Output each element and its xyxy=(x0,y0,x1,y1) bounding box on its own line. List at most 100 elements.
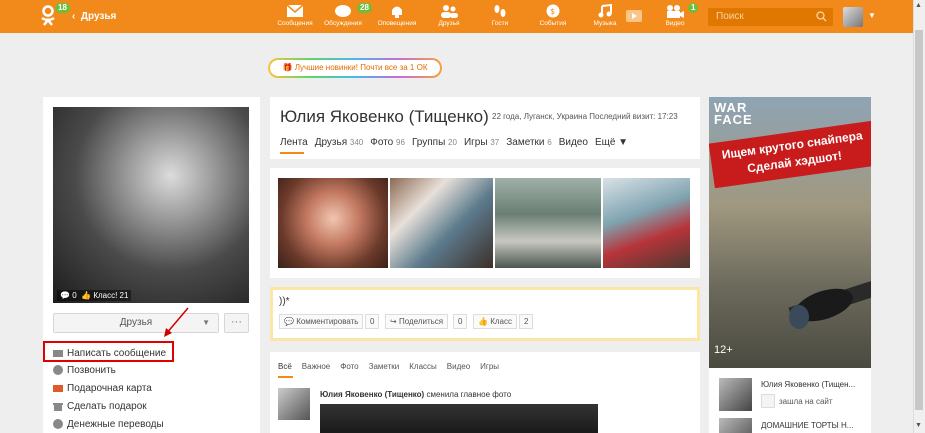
profile-name: Юлия Яковенко (Тищенко) xyxy=(280,107,489,126)
music-icon xyxy=(598,4,612,18)
feed-tab-all[interactable]: Всё xyxy=(278,362,292,371)
profile-header-card: Юлия Яковенко (Тищенко) 22 года, Луганск… xyxy=(270,97,700,159)
money-transfer-link[interactable]: Денежные переводы xyxy=(53,417,164,431)
comment-button[interactable]: 💬 Комментировать xyxy=(279,314,364,329)
feed-tab-video[interactable]: Видео xyxy=(447,362,470,371)
tab-games[interactable]: Игры 37 xyxy=(464,137,499,148)
feed-photo[interactable] xyxy=(320,404,598,433)
chevron-down-icon: ▼ xyxy=(202,318,210,327)
photo-thumbnail[interactable] xyxy=(278,178,388,268)
active-feed-tab-indicator xyxy=(278,376,293,378)
tab-groups[interactable]: Группы 20 xyxy=(412,137,457,148)
events-icon: $ xyxy=(546,4,560,18)
envelope-icon[interactable] xyxy=(761,394,775,408)
status-card: ))* 💬 Комментировать 0 ↪ Поделиться 0 👍 … xyxy=(270,287,700,341)
nav-events[interactable]: $ События xyxy=(530,4,576,27)
tab-friends[interactable]: Друзья 340 xyxy=(315,137,364,148)
photo-thumbnail[interactable] xyxy=(495,178,601,268)
top-bar: 18 ‹ Друзья Сообщения Обсуждения 28 Опов… xyxy=(0,0,913,33)
nav-guests[interactable]: Гости xyxy=(477,4,523,27)
scroll-down-icon[interactable]: ▼ xyxy=(915,422,922,429)
like-count: 2 xyxy=(519,314,534,329)
gift-card-link[interactable]: Подарочная карта xyxy=(53,381,152,395)
write-message-highlight xyxy=(43,341,174,362)
activity-avatar[interactable] xyxy=(719,378,752,411)
feed-tab-games[interactable]: Игры xyxy=(480,362,499,371)
gift-card-icon xyxy=(53,385,63,392)
promo-text: 🎁 Лучшие новинки! Почти все за 1 ОК xyxy=(270,60,440,76)
nav-messages[interactable]: Сообщения xyxy=(272,4,318,27)
footprints-icon xyxy=(494,5,506,17)
sniper-rifle-icon xyxy=(788,279,871,329)
comment-count: 0 xyxy=(365,314,380,329)
feed-tab-important[interactable]: Важное xyxy=(302,362,330,371)
video-icon xyxy=(667,5,684,18)
right-activity-list: Юлия Яковенко (Тищен... зашла на сайт ДО… xyxy=(709,368,871,433)
like-button[interactable]: 👍 Класс xyxy=(473,314,517,329)
nav-friends[interactable]: Друзья xyxy=(426,4,472,27)
warface-ad[interactable]: WAR FACE Ищем крутого снайпера Сделай хэ… xyxy=(709,97,871,368)
nav-music[interactable]: Музыка xyxy=(582,4,628,27)
make-gift-link[interactable]: Сделать подарок xyxy=(53,399,147,413)
chevron-down-icon[interactable]: ▼ xyxy=(868,11,876,20)
scrollbar-thumb[interactable] xyxy=(915,30,923,410)
profile-photo[interactable]: 💬 0 👍 Класс! 21 xyxy=(53,107,249,303)
tab-notes[interactable]: Заметки 6 xyxy=(506,137,551,148)
age-rating: 12+ xyxy=(714,344,733,356)
profile-meta: 22 года, Луганск, Украина Последний визи… xyxy=(492,112,678,121)
feed-tab-notes[interactable]: Заметки xyxy=(369,362,400,371)
svg-text:$: $ xyxy=(550,7,555,16)
activity-status: зашла на сайт xyxy=(761,394,833,408)
activity-avatar[interactable] xyxy=(719,418,752,433)
feed-entry-title: Юлия Яковенко (Тищенко) сменила главное … xyxy=(320,390,512,399)
money-icon xyxy=(53,419,63,429)
feed-author-name[interactable]: Юлия Яковенко (Тищенко) xyxy=(320,390,424,399)
activity-name[interactable]: ДОМАШНИЕ ТОРТЫ Н... xyxy=(761,421,853,430)
feed-author-avatar[interactable] xyxy=(278,388,310,420)
back-to-friends-link[interactable]: ‹ Друзья xyxy=(72,11,116,22)
user-avatar[interactable] xyxy=(843,7,863,27)
like-icon: 👍 xyxy=(81,291,92,300)
tab-feed[interactable]: Лента xyxy=(280,137,308,148)
gift-icon xyxy=(53,403,63,411)
photo-thumbnail[interactable] xyxy=(390,178,493,268)
discussions-badge: 28 xyxy=(357,3,372,13)
share-count: 0 xyxy=(453,314,468,329)
more-options-button[interactable]: ··· xyxy=(224,313,249,333)
left-column: 💬 0 👍 Класс! 21 Друзья ▼ ··· Написать со… xyxy=(43,97,260,433)
friends-icon xyxy=(441,5,458,18)
chat-icon xyxy=(335,5,351,17)
comment-icon: 💬 xyxy=(60,291,70,300)
call-link[interactable]: Позвонить xyxy=(53,363,116,377)
feed-tabs: Всё Важное Фото Заметки Классы Видео Игр… xyxy=(278,362,499,371)
photo-stats: 💬 0 👍 Класс! 21 xyxy=(57,290,132,301)
red-arrow-annotation xyxy=(164,307,189,337)
feed-card: Всё Важное Фото Заметки Классы Видео Игр… xyxy=(270,352,700,433)
ad-banner-text: Ищем крутого снайпера Сделай хэдшот! xyxy=(709,120,871,189)
tab-photos[interactable]: Фото 96 xyxy=(370,137,405,148)
warface-logo: WAR FACE xyxy=(714,100,753,127)
phone-icon xyxy=(53,365,63,375)
tab-video[interactable]: Видео xyxy=(559,137,588,148)
feed-tab-likes[interactable]: Классы xyxy=(409,362,437,371)
friends-button[interactable]: Друзья ▼ xyxy=(53,313,219,333)
gift-icon: 🎁 xyxy=(282,63,293,72)
search-input[interactable]: Поиск xyxy=(708,8,833,26)
bell-icon xyxy=(392,6,402,18)
promo-banner[interactable]: 🎁 Лучшие новинки! Почти все за 1 ОК xyxy=(268,58,442,78)
active-tab-indicator xyxy=(280,152,304,154)
photo-thumbnail[interactable] xyxy=(603,178,690,268)
activity-name[interactable]: Юлия Яковенко (Тищен... xyxy=(761,380,855,389)
envelope-icon xyxy=(286,4,304,17)
tab-more[interactable]: Ещё ▼ xyxy=(595,137,628,148)
feed-tab-photo[interactable]: Фото xyxy=(340,362,358,371)
profile-tabs: Лента Друзья 340 Фото 96 Группы 20 Игры … xyxy=(280,137,628,148)
nav-notifications[interactable]: Оповещения xyxy=(374,4,420,27)
search-icon[interactable] xyxy=(816,11,827,22)
logo-badge: 18 xyxy=(55,3,70,13)
photo-strip-card xyxy=(270,168,700,278)
share-button[interactable]: ↪ Поделиться xyxy=(385,314,449,329)
scroll-up-icon[interactable]: ▲ xyxy=(915,2,922,9)
status-text: ))* xyxy=(279,296,290,307)
video-play-icon[interactable] xyxy=(626,10,642,22)
